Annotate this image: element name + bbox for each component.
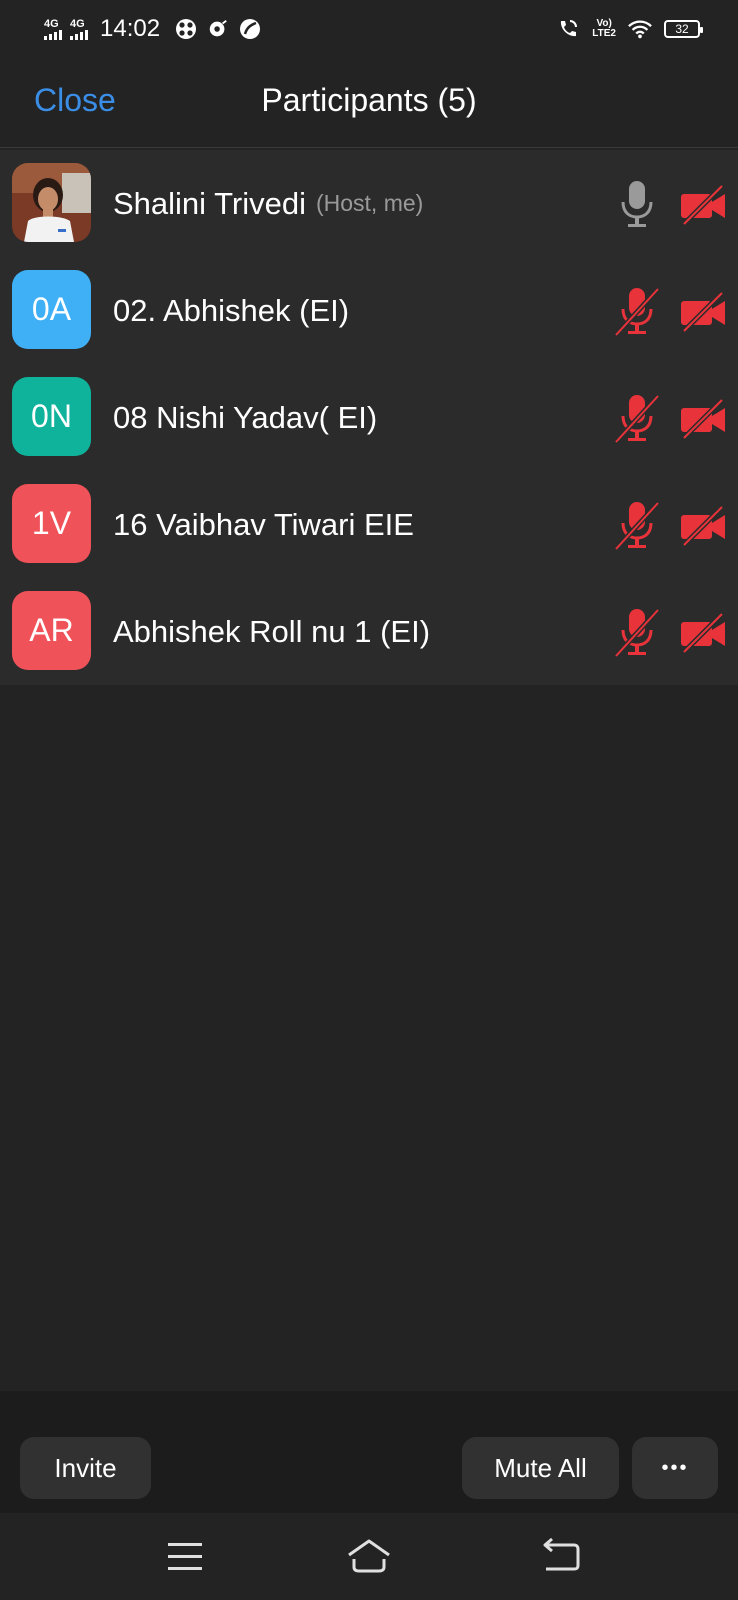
camera-off-icon[interactable] <box>678 505 728 547</box>
page-title: Participants (5) <box>261 82 477 118</box>
camera-off-icon[interactable] <box>678 398 728 440</box>
camera-off-icon[interactable] <box>678 291 728 333</box>
participant-row[interactable]: AR Abhishek Roll nu 1 (EI) <box>0 578 738 685</box>
participant-name-text: Shalini Trivedi <box>113 185 306 221</box>
volte-indicator: Vo) LTE2 <box>592 19 616 39</box>
microphone-on-icon[interactable] <box>612 178 662 230</box>
microphone-muted-icon[interactable] <box>612 285 662 337</box>
wifi-calling-icon <box>556 17 580 41</box>
participant-row[interactable]: 1V 16 Vaibhav Tiwari EIE <box>0 471 738 578</box>
participant-row[interactable]: 0N 08 Nishi Yadav( EI) <box>0 364 738 471</box>
avatar: 0N <box>12 377 91 456</box>
clock: 14:02 <box>100 15 161 42</box>
participant-role: (Host, me) <box>315 190 424 216</box>
avatar <box>12 163 91 242</box>
camera-off-icon[interactable] <box>678 184 728 226</box>
participants-screen: 4G 4G 14:02 Vo) LTE2 32 Close Participan… <box>0 0 738 1600</box>
camera-off-icon[interactable] <box>678 612 728 654</box>
system-nav-bar <box>0 1513 738 1600</box>
leaf-notification-icon <box>238 17 262 41</box>
menu-icon[interactable] <box>161 1535 209 1577</box>
avatar: AR <box>12 591 91 670</box>
participant-name: 02. Abhishek (EI) <box>113 292 350 328</box>
signal-sim2-icon: 4G <box>70 17 88 40</box>
header-bar: Close Participants (5) <box>0 58 738 148</box>
more-options-button[interactable]: ••• <box>632 1437 718 1499</box>
chat-notification-icon <box>206 17 230 41</box>
participant-row[interactable]: Shalini Trivedi (Host, me) <box>0 150 738 257</box>
action-bar: Invite Mute All ••• <box>0 1391 738 1513</box>
microphone-muted-icon[interactable] <box>612 606 662 658</box>
participant-name: Shalini Trivedi (Host, me) <box>113 150 423 257</box>
microphone-muted-icon[interactable] <box>612 392 662 444</box>
network-type-sim1: 4G <box>44 17 59 30</box>
participant-list: Shalini Trivedi (Host, me) 0A 02. Abhish… <box>0 150 738 685</box>
status-bar: 4G 4G 14:02 Vo) LTE2 32 <box>0 0 738 58</box>
participant-name: Abhishek Roll nu 1 (EI) <box>113 613 431 649</box>
home-icon[interactable] <box>345 1535 393 1577</box>
avatar: 0A <box>12 270 91 349</box>
signal-sim1-icon: 4G <box>44 17 62 40</box>
microphone-muted-icon[interactable] <box>612 499 662 551</box>
network-type-sim2: 4G <box>70 17 85 30</box>
mute-all-button[interactable]: Mute All <box>462 1437 619 1499</box>
participant-row[interactable]: 0A 02. Abhishek (EI) <box>0 257 738 364</box>
avatar: 1V <box>12 484 91 563</box>
profile-photo-icon <box>12 163 91 242</box>
participant-name: 08 Nishi Yadav( EI) <box>113 399 378 435</box>
back-icon[interactable] <box>538 1535 586 1577</box>
wifi-icon <box>628 17 652 41</box>
volte-line2: LTE2 <box>592 28 616 39</box>
battery-icon: 32 <box>664 20 703 38</box>
participant-name: 16 Vaibhav Tiwari EIE <box>113 506 414 542</box>
invite-button[interactable]: Invite <box>20 1437 151 1499</box>
app-notification-icon <box>174 17 198 41</box>
